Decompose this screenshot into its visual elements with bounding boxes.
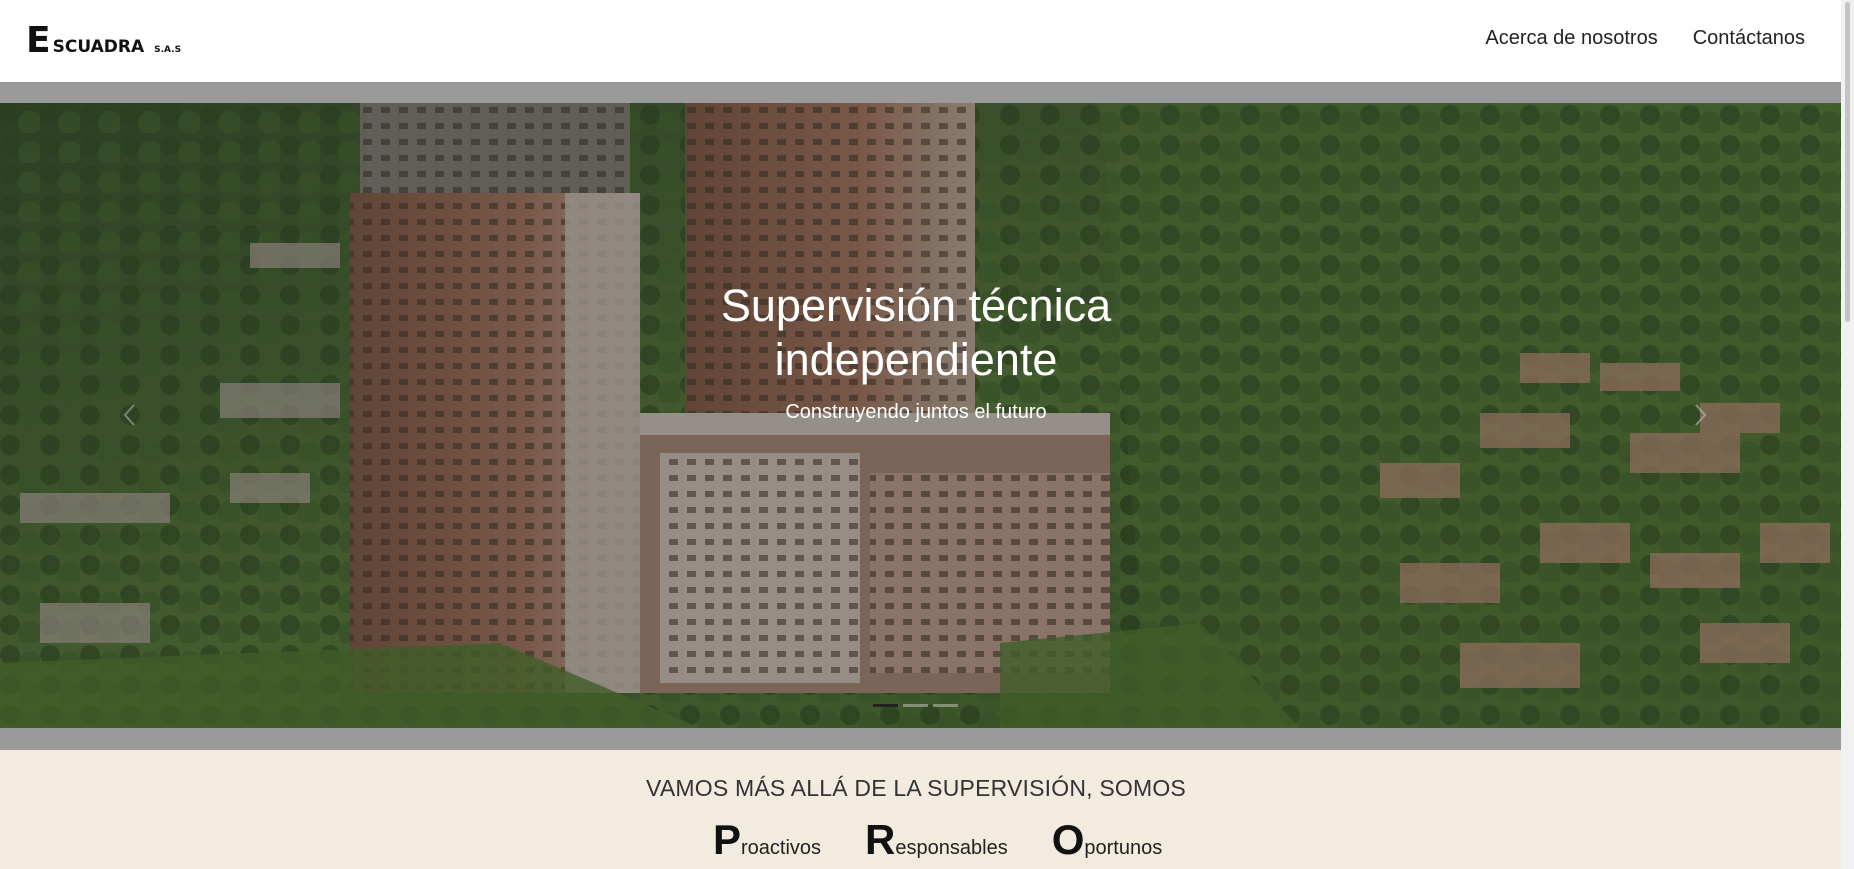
- page-content: E SCUADRA S.A.S Acerca de nosotros Contá…: [0, 0, 1841, 869]
- chevron-right-icon: [1695, 404, 1707, 426]
- carousel-indicator-2[interactable]: [903, 704, 928, 707]
- value-initial: P: [713, 816, 742, 863]
- brand-name: SCUADRA: [52, 37, 145, 57]
- value-initial: R: [865, 816, 896, 863]
- brand-initial: E: [26, 20, 51, 61]
- carousel-caption: Supervisión técnica independiente Constr…: [0, 279, 1832, 424]
- nav-links: Acerca de nosotros Contáctanos: [1485, 26, 1805, 50]
- values-heading: VAMOS MÁS ALLÁ DE LA SUPERVISIÓN, SOMOS: [646, 775, 1186, 801]
- values-section: VAMOS MÁS ALLÁ DE LA SUPERVISIÓN, SOMOS …: [0, 750, 1841, 869]
- values-words: P roactivos R esponsables O portunos: [713, 818, 1162, 862]
- hero-carousel: Supervisión técnica independiente Constr…: [0, 82, 1841, 750]
- nav-link-contact[interactable]: Contáctanos: [1693, 26, 1805, 50]
- brand-suffix: S.A.S: [154, 45, 182, 55]
- value-initial: O: [1051, 816, 1085, 863]
- hero-subtitle: Construyendo juntos el futuro: [785, 401, 1047, 423]
- value-word-responsables: R esponsables: [865, 818, 1008, 862]
- page: E SCUADRA S.A.S Acerca de nosotros Contá…: [0, 0, 1854, 869]
- chevron-left-icon: [123, 404, 135, 426]
- carousel-next-button[interactable]: [1680, 395, 1720, 435]
- value-word-oportunos: O portunos: [1052, 818, 1163, 862]
- navbar: E SCUADRA S.A.S Acerca de nosotros Contá…: [0, 0, 1841, 82]
- carousel-slide: Supervisión técnica independiente Constr…: [0, 103, 1841, 728]
- scrollbar-thumb[interactable]: [1845, 2, 1850, 322]
- value-rest: roactivos: [741, 837, 822, 859]
- hero-title: Supervisión técnica independiente: [720, 280, 1112, 385]
- nav-link-about[interactable]: Acerca de nosotros: [1485, 26, 1657, 50]
- value-word-proactivos: P roactivos: [713, 818, 821, 862]
- carousel-indicator-1[interactable]: [873, 704, 898, 707]
- page-scrollbar[interactable]: [1841, 0, 1854, 869]
- value-rest: esponsables: [895, 837, 1008, 859]
- carousel-indicators: [873, 704, 958, 707]
- carousel-prev-button[interactable]: [110, 395, 150, 435]
- carousel-indicator-3[interactable]: [933, 704, 958, 707]
- value-rest: portunos: [1084, 837, 1163, 859]
- brand-logo[interactable]: E SCUADRA S.A.S: [26, 20, 182, 61]
